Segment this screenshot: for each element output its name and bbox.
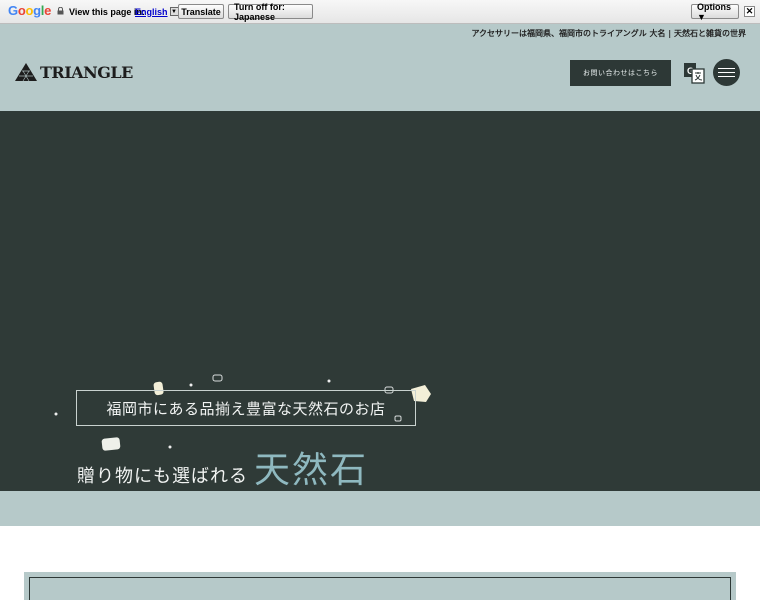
hamburger-menu-button[interactable]: [713, 59, 740, 86]
language-select-value: English: [135, 6, 168, 17]
menu-line: [718, 76, 735, 77]
hero-section: 福岡市にある品揃え豊富な天然石のお店 贈り物にも選ばれる 天然石: [0, 111, 760, 491]
lock-icon: [57, 7, 64, 15]
google-logo-letter: o: [25, 3, 34, 18]
site-header: アクセサリーは福岡県、福岡市のトライアングル 大名 | 天然石と雑貨の世界 TR…: [0, 24, 760, 111]
google-logo-letter: G: [8, 3, 18, 18]
view-page-label: View this page in:: [69, 7, 145, 17]
contact-button[interactable]: お問い合わせはこちら: [570, 60, 671, 86]
triangle-logo-icon: [15, 63, 37, 82]
hero-subtitle: 福岡市にある品揃え豊富な天然石のお店: [106, 399, 386, 418]
google-logo-letter: e: [44, 3, 52, 18]
language-select[interactable]: English ▼: [135, 5, 179, 18]
hero-title: 贈り物にも選ばれる 天然石: [77, 441, 368, 491]
close-icon[interactable]: ✕: [744, 6, 755, 17]
menu-line: [718, 72, 735, 73]
google-logo-letter: g: [33, 3, 41, 18]
google-logo: Google: [8, 3, 51, 18]
section-band: [0, 491, 760, 526]
hero-title-big: 天然石: [254, 450, 369, 491]
header-tagline: アクセサリーは福岡県、福岡市のトライアングル 大名 | 天然石と雑貨の世界: [471, 29, 746, 38]
hero-title-small: 贈り物にも選ばれる: [77, 466, 248, 487]
translate-button[interactable]: Translate: [178, 4, 224, 19]
gemstone-decorations: [54, 374, 431, 451]
site-logo[interactable]: TRIANGLE: [14, 62, 133, 82]
translate-icon[interactable]: G: [683, 62, 705, 84]
content-inner-box: [29, 577, 731, 600]
logo-text: TRIANGLE: [40, 62, 133, 82]
google-translate-bar: Google View this page in: English ▼ Tran…: [0, 0, 760, 24]
turn-off-button[interactable]: Turn off for: Japanese: [228, 2, 313, 22]
menu-line: [718, 68, 735, 69]
options-button[interactable]: Options ▼: [691, 2, 739, 22]
hero-subtitle-box: 福岡市にある品揃え豊富な天然石のお店: [76, 390, 416, 426]
